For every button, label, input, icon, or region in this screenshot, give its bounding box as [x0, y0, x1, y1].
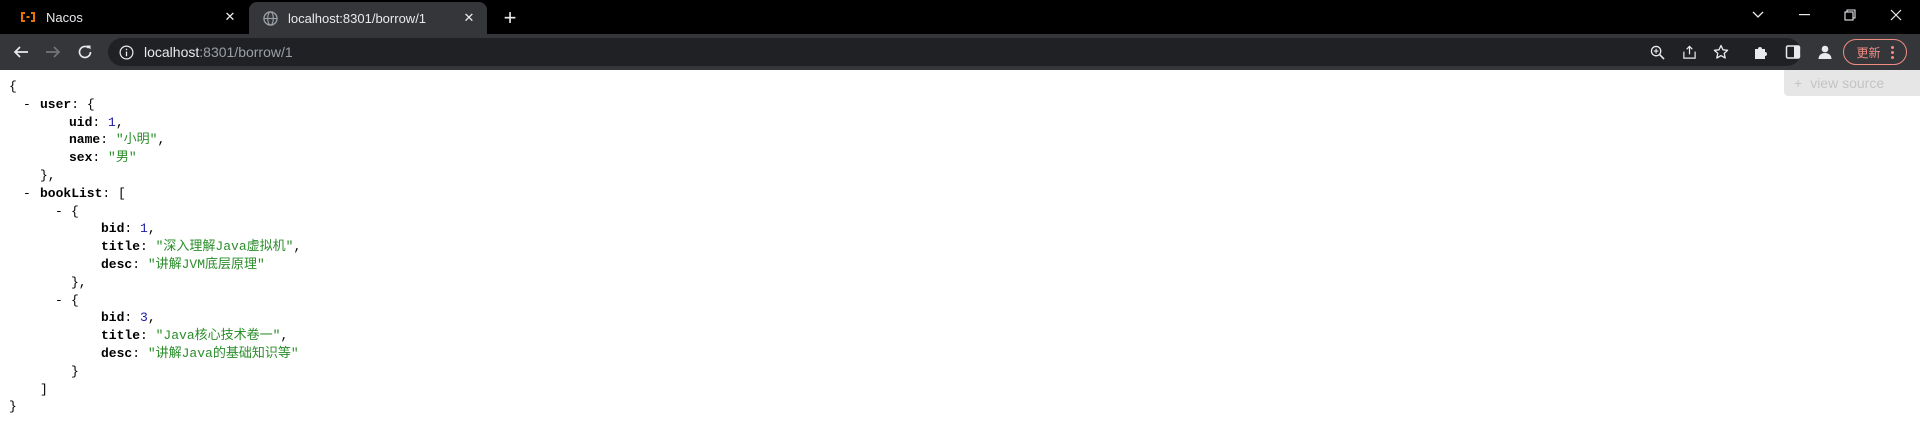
- json-key: desc: [101, 256, 133, 272]
- json-line: -{: [55, 203, 79, 221]
- update-label: 更新: [1856, 45, 1881, 60]
- zoom-icon[interactable]: [1649, 44, 1665, 60]
- json-number: 1: [140, 221, 148, 237]
- reload-icon[interactable]: [72, 39, 98, 65]
- window-close-icon[interactable]: [1874, 0, 1918, 30]
- json-number: 1: [108, 114, 116, 130]
- tab-nacos[interactable]: Nacos ✕: [0, 0, 248, 34]
- json-line: {: [9, 78, 301, 96]
- json-line: },: [71, 274, 87, 290]
- collapse-toggle[interactable]: -: [55, 292, 63, 310]
- json-line: - user: {: [23, 96, 95, 114]
- extensions-puzzle-icon[interactable]: [1752, 43, 1770, 61]
- json-string: "讲解Java的基础知识等": [147, 345, 299, 361]
- tab-strip: Nacos ✕ localhost:8301/borrow/1 ✕ +: [0, 0, 1920, 34]
- json-viewer: { - user: { uid: 1, name: "小明", sex: "男" …: [9, 78, 301, 416]
- json-string: "讲解JVM底层原理": [147, 256, 265, 272]
- browser-toolbar: localhost:8301/borrow/1 更新: [0, 34, 1920, 70]
- json-key: sex: [69, 150, 93, 166]
- share-icon[interactable]: [1681, 44, 1697, 60]
- json-string: "深入理解Java虚拟机": [155, 239, 294, 255]
- json-string: "小明": [115, 132, 158, 148]
- json-line: desc: "讲解JVM底层原理": [101, 256, 265, 272]
- json-key: title: [101, 328, 141, 344]
- json-line: -{: [55, 292, 79, 310]
- json-string: "Java核心技术卷一": [155, 328, 281, 344]
- restore-icon[interactable]: [1828, 0, 1872, 30]
- view-source-button[interactable]: + view source: [1784, 70, 1920, 96]
- plus-icon: +: [1794, 75, 1803, 91]
- json-brace: }: [9, 399, 17, 415]
- json-line: - bookList: [: [23, 185, 126, 203]
- collapse-toggle[interactable]: -: [23, 96, 31, 114]
- json-line: }: [9, 398, 301, 416]
- tab-localhost[interactable]: localhost:8301/borrow/1 ✕: [249, 2, 487, 34]
- json-key: uid: [69, 114, 93, 130]
- tab-search-chevron-icon[interactable]: [1736, 0, 1780, 30]
- json-string: "男": [108, 150, 137, 166]
- json-line: bid: 1,: [101, 221, 156, 237]
- minimize-icon[interactable]: [1782, 0, 1826, 30]
- update-button[interactable]: 更新: [1843, 39, 1907, 65]
- json-brace: {: [9, 79, 17, 94]
- close-icon[interactable]: ✕: [459, 8, 479, 28]
- json-key: user: [40, 96, 72, 112]
- json-key: bookList: [40, 185, 103, 201]
- globe-icon: [262, 10, 278, 26]
- json-key: bid: [101, 310, 125, 326]
- nacos-logo-icon: [20, 9, 36, 25]
- back-arrow-icon[interactable]: [8, 39, 34, 65]
- url-host: localhost: [144, 44, 200, 60]
- json-key: title: [101, 239, 141, 255]
- json-line: }: [71, 363, 79, 379]
- json-number: 3: [140, 310, 148, 326]
- new-tab-button[interactable]: +: [497, 5, 523, 31]
- json-key: bid: [101, 221, 125, 237]
- json-line: sex: "男": [69, 150, 137, 166]
- json-line: },: [40, 167, 56, 183]
- json-line: uid: 1,: [69, 114, 124, 130]
- forward-arrow-icon[interactable]: [40, 39, 66, 65]
- json-line: bid: 3,: [101, 310, 156, 326]
- side-panel-icon[interactable]: [1784, 43, 1802, 61]
- tab-title: Nacos: [46, 9, 83, 25]
- json-line: name: "小明",: [69, 132, 166, 148]
- collapse-toggle[interactable]: -: [55, 203, 63, 221]
- profile-avatar-icon[interactable]: [1816, 43, 1834, 61]
- url-text: localhost:8301/borrow/1: [144, 44, 293, 60]
- json-line: title: "深入理解Java虚拟机",: [101, 239, 302, 255]
- close-icon[interactable]: ✕: [220, 7, 240, 27]
- kebab-menu-icon[interactable]: [1890, 45, 1894, 59]
- json-line: ]: [40, 381, 48, 397]
- bookmark-star-icon[interactable]: [1713, 44, 1729, 60]
- json-line: title: "Java核心技术卷一",: [101, 328, 289, 344]
- json-line: desc: "讲解Java的基础知识等": [101, 345, 299, 361]
- json-key: name: [69, 132, 101, 148]
- info-icon[interactable]: [118, 44, 134, 60]
- url-path: :8301/borrow/1: [199, 44, 293, 60]
- collapse-toggle[interactable]: -: [23, 185, 31, 203]
- address-bar[interactable]: localhost:8301/borrow/1: [108, 38, 1801, 66]
- tab-title: localhost:8301/borrow/1: [288, 10, 427, 26]
- view-source-label: view source: [1810, 75, 1885, 91]
- json-key: desc: [101, 345, 133, 361]
